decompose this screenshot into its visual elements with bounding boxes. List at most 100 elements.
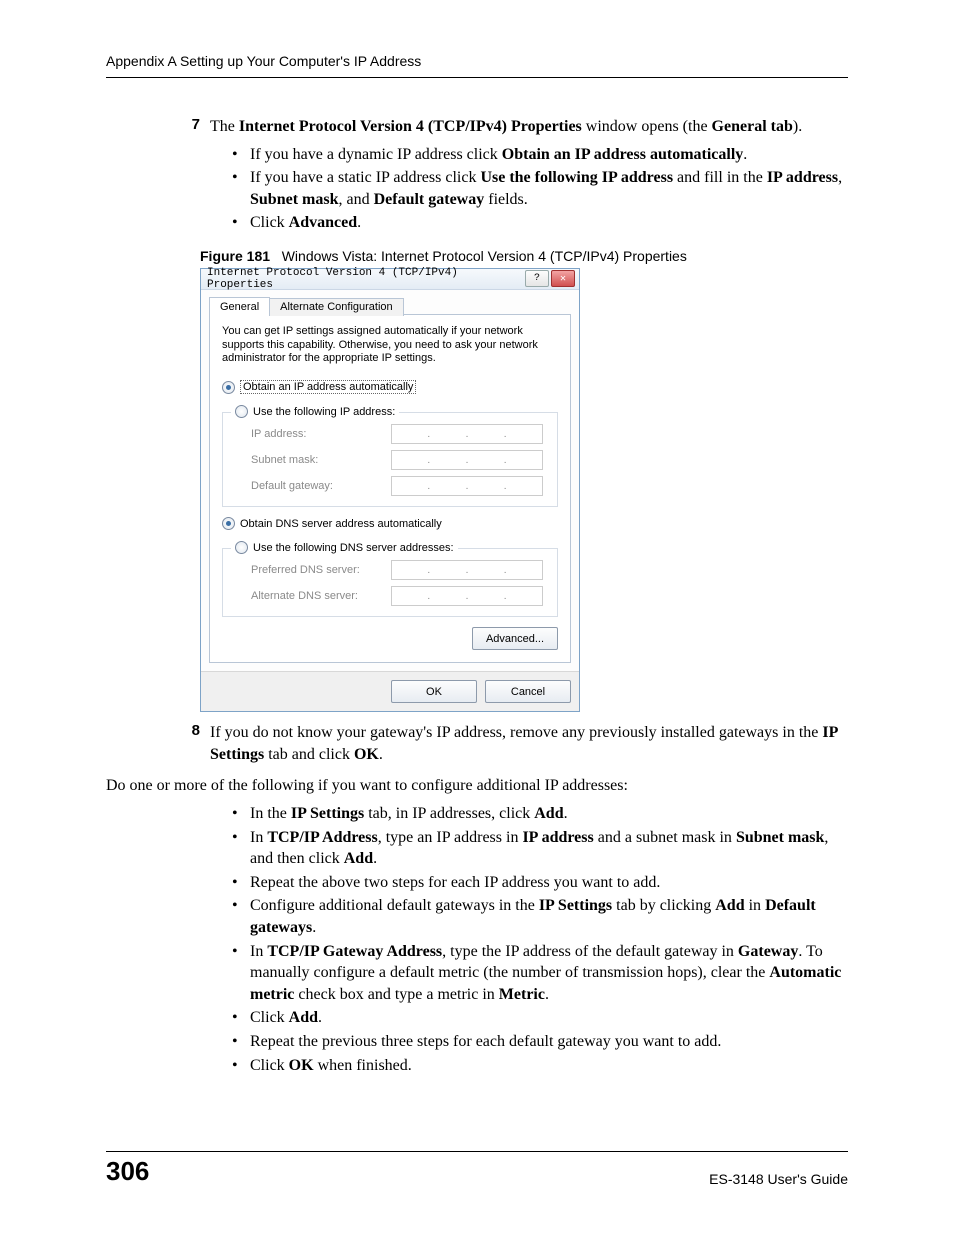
default-gateway-field: Default gateway: ... — [251, 476, 547, 496]
document-page: Appendix A Setting up Your Computer's IP… — [0, 0, 954, 1235]
close-icon[interactable]: ✕ — [551, 270, 575, 287]
t: Add — [715, 897, 744, 914]
t: Subnet mask — [736, 829, 824, 846]
bullet-dot-icon: • — [232, 1055, 250, 1077]
default-gateway-input[interactable]: ... — [391, 476, 543, 496]
radio-label: Use the following DNS server addresses: — [253, 542, 454, 554]
step-number: 7 — [106, 116, 210, 138]
cancel-button[interactable]: Cancel — [485, 680, 571, 703]
bullet: • In the IP Settings tab, in IP addresse… — [232, 803, 848, 825]
dot-icon: . — [427, 455, 430, 466]
t: check box and type a metric in — [294, 986, 498, 1003]
preferred-dns-field: Preferred DNS server: ... — [251, 560, 547, 580]
advanced-row: Advanced... — [222, 627, 558, 650]
bullet-text: Click Add. — [250, 1007, 848, 1029]
t: Metric — [499, 986, 545, 1003]
dialog-tabs: General Alternate Configuration — [209, 296, 571, 314]
radio-icon — [222, 381, 235, 394]
radio-label: Obtain an IP address automatically — [240, 380, 416, 394]
guide-name: ES-3148 User's Guide — [709, 1171, 848, 1187]
dot-icon: . — [427, 429, 430, 440]
radio-use-following-ip[interactable]: Use the following IP address: — [231, 405, 399, 418]
t: . — [564, 805, 568, 822]
t: , type an IP address in — [378, 829, 523, 846]
t: If you have a dynamic IP address click — [250, 146, 502, 163]
t: Default gateway — [374, 191, 485, 208]
t: Repeat the above two steps for each IP a… — [250, 874, 660, 891]
t: Obtain an IP address automatically — [502, 146, 744, 163]
t: in — [745, 897, 765, 914]
bullet: • Click Advanced. — [232, 212, 848, 234]
dot-icon: . — [504, 429, 507, 440]
ip-manual-group: Use the following IP address: IP address… — [222, 412, 558, 507]
t: . — [312, 919, 316, 936]
radio-use-following-dns[interactable]: Use the following DNS server addresses: — [231, 541, 458, 554]
field-label: Alternate DNS server: — [251, 590, 391, 602]
t: Subnet mask — [250, 191, 338, 208]
t: Click — [250, 1057, 289, 1074]
dot-icon: . — [504, 591, 507, 602]
t: , type the IP address of the default gat… — [442, 943, 738, 960]
ip-address-input[interactable]: ... — [391, 424, 543, 444]
t: window opens (the — [582, 118, 712, 135]
bullets-2: • In the IP Settings tab, in IP addresse… — [232, 803, 848, 1076]
bullet-text: Repeat the previous three steps for each… — [250, 1031, 848, 1053]
dialog-body: General Alternate Configuration You can … — [201, 290, 579, 671]
step-number: 8 — [106, 722, 210, 765]
t: when finished. — [314, 1057, 412, 1074]
bullet-dot-icon: • — [232, 1031, 250, 1053]
ip-group: Obtain an IP address automatically — [222, 380, 558, 402]
t: Repeat the previous three steps for each… — [250, 1033, 721, 1050]
intro-text: You can get IP settings assigned automat… — [222, 325, 558, 366]
dot-icon: . — [466, 565, 469, 576]
advanced-button[interactable]: Advanced... — [472, 627, 558, 650]
dialog-title: Internet Protocol Version 4 (TCP/IPv4) P… — [207, 267, 523, 291]
help-icon[interactable]: ? — [525, 270, 549, 287]
alternate-dns-input[interactable]: ... — [391, 586, 543, 606]
bullet-text: In TCP/IP Gateway Address, type the IP a… — [250, 941, 848, 1006]
t: . — [743, 146, 747, 163]
tab-general[interactable]: General — [209, 297, 270, 315]
bullet-dot-icon: • — [232, 827, 250, 870]
preferred-dns-input[interactable]: ... — [391, 560, 543, 580]
bullet-text: In TCP/IP Address, type an IP address in… — [250, 827, 848, 870]
t: In the — [250, 805, 291, 822]
step-body: The Internet Protocol Version 4 (TCP/IPv… — [210, 116, 848, 138]
t: tab and click — [264, 746, 354, 763]
dialog-footer: OK Cancel — [201, 671, 579, 711]
t: The — [210, 118, 239, 135]
t: . — [545, 986, 549, 1003]
t: TCP/IP Gateway Address — [267, 943, 442, 960]
ipv4-properties-dialog: Internet Protocol Version 4 (TCP/IPv4) P… — [200, 268, 580, 712]
ok-button[interactable]: OK — [391, 680, 477, 703]
bullet: • If you have a dynamic IP address click… — [232, 144, 848, 166]
figure-caption: Figure 181 Windows Vista: Internet Proto… — [200, 248, 848, 264]
page-footer: 306 ES-3148 User's Guide — [106, 1151, 848, 1187]
t: Internet Protocol Version 4 (TCP/IPv4) P… — [239, 118, 582, 135]
bullet-dot-icon: • — [232, 212, 250, 234]
t: TCP/IP Address — [267, 829, 377, 846]
bullet-dot-icon: • — [232, 144, 250, 166]
bullet-text: Click OK when finished. — [250, 1055, 848, 1077]
radio-icon — [222, 517, 235, 530]
radio-label: Obtain DNS server address automatically — [240, 518, 442, 530]
t: IP Settings — [539, 897, 612, 914]
t: Click — [250, 214, 289, 231]
bullet-dot-icon: • — [232, 167, 250, 210]
t: and a subnet mask in — [594, 829, 736, 846]
bullet: • In TCP/IP Address, type an IP address … — [232, 827, 848, 870]
radio-obtain-ip-auto[interactable]: Obtain an IP address automatically — [222, 380, 558, 394]
body-paragraph: Do one or more of the following if you w… — [106, 775, 848, 797]
tab-alternate-configuration[interactable]: Alternate Configuration — [269, 298, 404, 316]
subnet-mask-input[interactable]: ... — [391, 450, 543, 470]
t: and fill in the — [673, 169, 767, 186]
bullet-text: If you have a dynamic IP address click O… — [250, 144, 848, 166]
radio-obtain-dns-auto[interactable]: Obtain DNS server address automatically — [222, 517, 558, 530]
t: OK — [289, 1057, 314, 1074]
t: If you have a static IP address click — [250, 169, 480, 186]
bullet-dot-icon: • — [232, 872, 250, 894]
bullet-dot-icon: • — [232, 1007, 250, 1029]
bullet-dot-icon: • — [232, 895, 250, 938]
field-label: IP address: — [251, 428, 391, 440]
t: fields. — [484, 191, 528, 208]
